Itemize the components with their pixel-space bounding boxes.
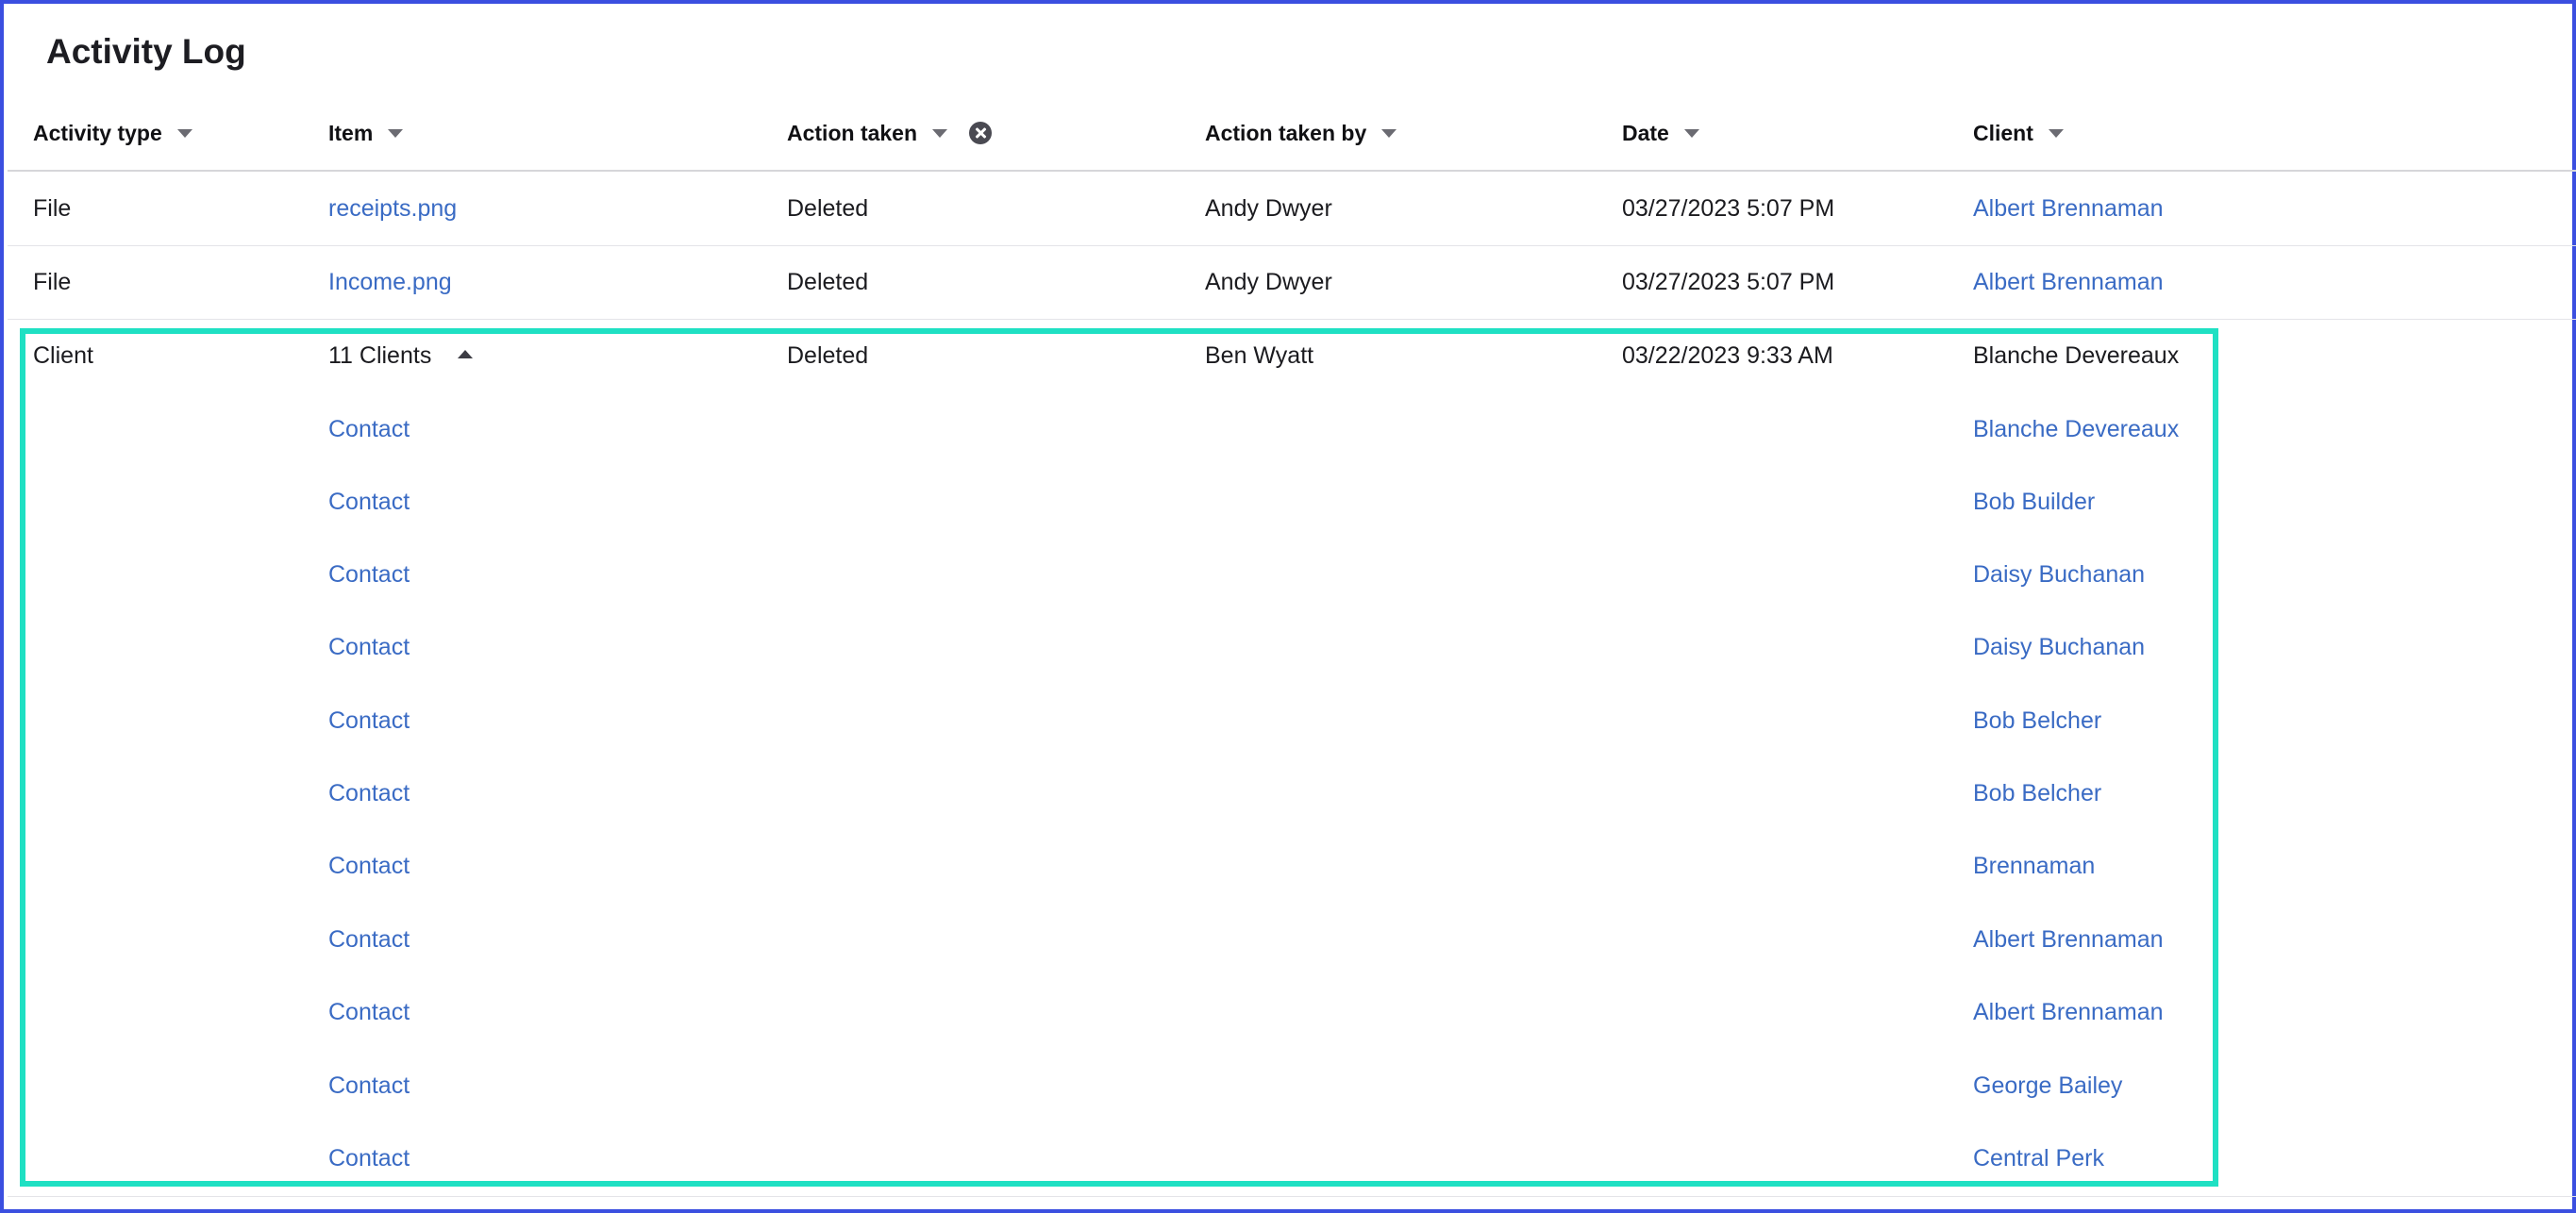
child-row: Contact George Bailey [8,1049,2576,1122]
action-taken-cell: Deleted [787,195,869,222]
contact-link[interactable]: Contact [328,756,410,830]
page-title: Activity Log [46,32,246,71]
client-link[interactable]: Bob Belcher [1973,756,2101,830]
client-link[interactable]: Albert Brennaman [1973,245,2164,319]
table-row: File receipts.png Deleted Andy Dwyer 03/… [8,172,2576,246]
child-row: Contact Daisy Buchanan [8,538,2576,610]
column-header-label: Date [1622,121,1669,145]
client-link[interactable]: Albert Brennaman [1973,903,2164,976]
contact-link[interactable]: Contact [328,903,410,976]
child-row: Contact Bob Builder [8,465,2576,538]
column-header-label: Action taken [787,121,918,145]
child-row: Contact Daisy Buchanan [8,610,2576,683]
client-link[interactable]: Albert Brennaman [1973,975,2164,1049]
action-taken-cell: Deleted [787,342,869,369]
activity-type-cell: File [33,195,72,222]
child-row: Contact Central Perk [8,1122,2576,1194]
child-row: Contact Albert Brennaman [8,975,2576,1048]
table-bottom-divider [8,1196,2576,1197]
caret-up-icon[interactable] [458,349,474,358]
caret-down-icon[interactable] [2048,129,2064,138]
group-count-label: 11 Clients [328,342,432,369]
column-header-action-taken[interactable]: Action taken [787,121,948,146]
contact-link[interactable]: Contact [328,829,410,903]
child-row: Contact Bob Belcher [8,756,2576,829]
contact-link[interactable]: Contact [328,1122,410,1195]
caret-down-icon[interactable] [388,129,404,138]
contact-link[interactable]: Contact [328,975,410,1049]
client-link[interactable]: George Bailey [1973,1049,2122,1122]
app-frame: Activity Log Activity type Item Action t… [0,0,2576,1213]
child-row: Contact Bob Belcher [8,684,2576,756]
group-row: Client 11 Clients Deleted Ben Wyatt 03/2… [8,319,2576,392]
action-taken-by-cell: Ben Wyatt [1205,342,1314,369]
child-row: Contact Brennaman [8,829,2576,902]
action-taken-by-cell: Andy Dwyer [1205,195,1332,222]
item-link[interactable]: receipts.png [328,172,457,245]
column-header-action-taken-by[interactable]: Action taken by [1205,121,1397,146]
column-header-item[interactable]: Item [328,121,404,146]
client-link[interactable]: Brennaman [1973,829,2095,903]
contact-link[interactable]: Contact [328,392,410,466]
client-link[interactable]: Daisy Buchanan [1973,538,2145,611]
column-header-client[interactable]: Client [1973,121,2064,146]
caret-down-icon[interactable] [932,129,948,138]
action-taken-cell: Deleted [787,269,869,295]
caret-down-icon[interactable] [1683,129,1699,138]
date-cell: 03/27/2023 5:07 PM [1622,269,1835,295]
column-header-activity-type[interactable]: Activity type [33,121,192,146]
column-header-label: Client [1973,121,2033,145]
column-header-label: Item [328,121,374,145]
column-header-label: Action taken by [1205,121,1367,145]
activity-type-cell: File [33,269,72,295]
client-link[interactable]: Albert Brennaman [1973,172,2164,245]
contact-link[interactable]: Contact [328,465,410,539]
date-cell: 03/22/2023 9:33 AM [1622,342,1833,369]
table-header: Activity type Item Action taken Action t… [8,106,2576,172]
item-link[interactable]: Income.png [328,245,452,319]
client-cell: Blanche Devereaux [1973,342,2180,369]
activity-type-cell: Client [33,342,93,369]
client-link[interactable]: Bob Builder [1973,465,2095,539]
client-link[interactable]: Central Perk [1973,1122,2104,1195]
client-link[interactable]: Blanche Devereaux [1973,392,2179,466]
contact-link[interactable]: Contact [328,684,410,757]
table-row: File Income.png Deleted Andy Dwyer 03/27… [8,245,2576,320]
contact-link[interactable]: Contact [328,538,410,611]
caret-down-icon[interactable] [176,129,192,138]
column-header-label: Activity type [33,121,162,145]
child-row: Contact Albert Brennaman [8,903,2576,975]
action-taken-by-cell: Andy Dwyer [1205,269,1332,295]
caret-down-icon[interactable] [1381,129,1397,138]
column-header-date[interactable]: Date [1622,121,1699,146]
contact-link[interactable]: Contact [328,1049,410,1122]
client-link[interactable]: Daisy Buchanan [1973,610,2145,684]
clear-filter-icon[interactable] [969,122,992,144]
contact-link[interactable]: Contact [328,610,410,684]
client-link[interactable]: Bob Belcher [1973,684,2101,757]
date-cell: 03/27/2023 5:07 PM [1622,195,1835,222]
child-row: Contact Blanche Devereaux [8,392,2576,465]
group-item-cell: 11 Clients [328,319,474,392]
